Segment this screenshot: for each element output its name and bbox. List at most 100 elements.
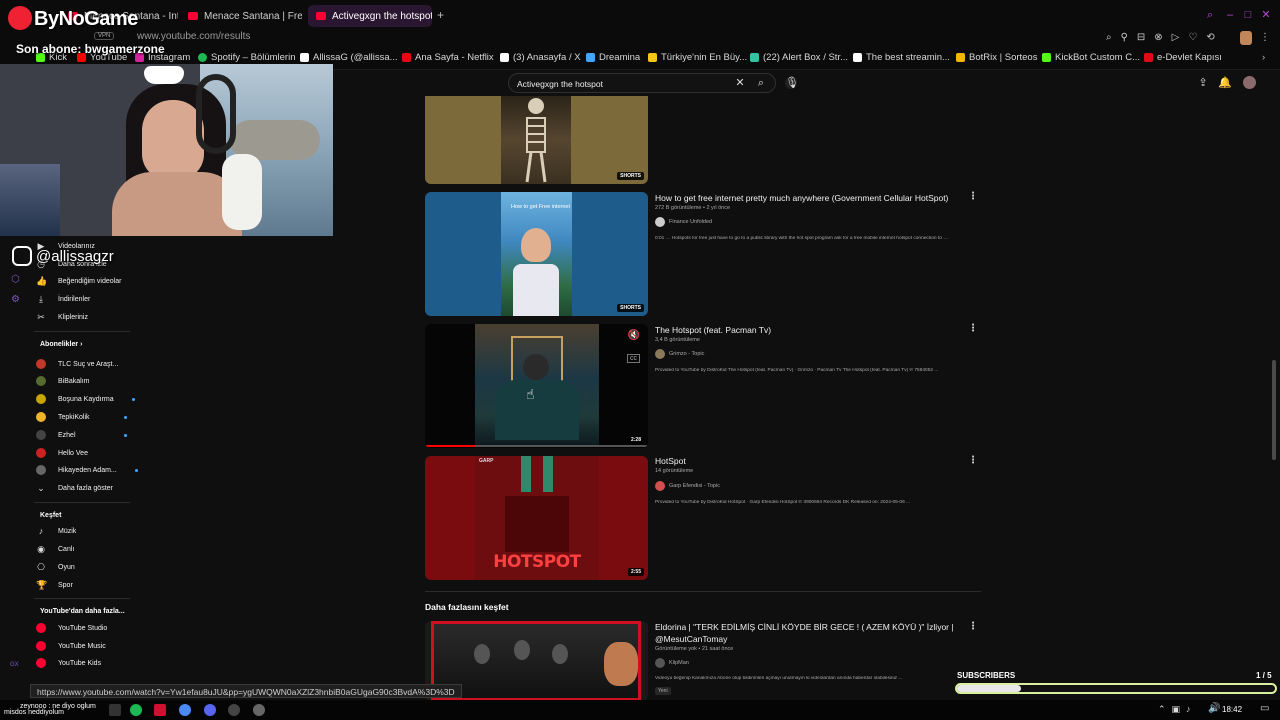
browser-toolbar-icons[interactable]: ⌕⚲⊟⊗▷♡⟲ <box>1106 32 1224 43</box>
thumbnail-image: How to get Free internet <box>501 192 572 316</box>
profile-avatar[interactable] <box>1240 31 1252 45</box>
sidebar-sub-tlc[interactable]: TLC Suç ve Araşt... <box>36 357 118 371</box>
close-window-icon[interactable]: ✕ <box>1260 9 1272 21</box>
url-text[interactable]: www.youtube.com/results <box>137 31 250 42</box>
more-actions-icon[interactable]: ⋮ <box>968 323 978 334</box>
account-avatar[interactable] <box>1243 76 1256 89</box>
sidebar-item-live[interactable]: ◉ Canlı <box>36 542 74 556</box>
tiktok-icon <box>300 53 309 62</box>
notifications-icon[interactable]: ▭ <box>1260 703 1269 714</box>
video-description: Provided to YouTube by DistroKid HotSpot… <box>655 500 911 505</box>
sidebar-item-yt-kids[interactable]: YouTube Kids <box>36 656 101 670</box>
file-explorer-icon[interactable] <box>109 704 121 716</box>
search-icon[interactable]: ⌕ <box>755 77 767 89</box>
sidebar-item-sports[interactable]: 🏆 Spor <box>36 578 73 592</box>
captions-icon[interactable]: cc <box>627 354 640 363</box>
more-actions-icon[interactable]: ⋮ <box>968 455 978 466</box>
figure-shadow <box>505 496 569 552</box>
new-content-dot <box>131 397 135 401</box>
video-title-mention[interactable]: @MesutCanTomay <box>655 634 727 644</box>
bookmark-kickbot[interactable]: KickBot Custom C... <box>1042 52 1140 63</box>
video-title[interactable]: HotSpot <box>655 456 686 466</box>
bookmark-tiktok[interactable]: AllissaG (@allissa... <box>300 52 398 63</box>
more-actions-icon[interactable]: ⋮ <box>968 191 978 202</box>
channel-link[interactable]: Finance Unfolded <box>655 217 712 227</box>
video-description: Videoyu beğenip Kanalımıza Abone olup bi… <box>655 676 903 681</box>
streamlabs-icon <box>750 53 759 62</box>
chevron-down-icon: ⌄ <box>37 483 45 493</box>
bookmark-netflix[interactable]: Ana Sayfa - Netflix <box>402 52 494 63</box>
channel-link[interactable]: Garp Efendisi - Topic <box>655 481 720 491</box>
bookmark-edevlet[interactable]: e-Devlet Kapısı <box>1144 52 1222 63</box>
bookmarks-overflow-icon[interactable]: › <box>1262 52 1265 63</box>
sidebar-sub-ezhel[interactable]: Ezhel <box>36 428 127 442</box>
video-title[interactable]: How to get free internet pretty much any… <box>655 193 948 203</box>
bookmark-botrix[interactable]: BotRix | Sorteos <box>956 52 1037 63</box>
video-thumbnail-free-internet[interactable]: How to get Free internet SHORTS <box>425 192 648 316</box>
video-thumbnail-the-hotspot[interactable]: 🔇 cc 2:28 <box>425 324 648 448</box>
mute-icon[interactable]: 🔇 <box>628 330 640 341</box>
sidebar-sub-hello-vee[interactable]: Hello Vee <box>36 446 88 460</box>
shorts-badge: SHORTS <box>617 304 644 312</box>
browser-tab-bar: Menace Santana - Into the Menace Santana… <box>0 0 1280 30</box>
sidebar-divider <box>34 331 130 332</box>
kick-panel-icon[interactable]: ⬡ <box>11 274 20 285</box>
tab-active-search[interactable]: Activegxgn the hotspot - <box>308 5 432 27</box>
tab-menace-santana-2[interactable]: Menace Santana | Freest <box>180 5 302 27</box>
minimize-icon[interactable]: – <box>1224 9 1236 21</box>
sidebar-sub-tepkikolik[interactable]: TepkiKolik <box>36 410 127 424</box>
bookmark-alert-box[interactable]: (22) Alert Box / Str... <box>750 52 848 63</box>
sidebar-item-liked-videos[interactable]: 👍 Beğendiğim videolar <box>36 274 121 288</box>
spotify-taskbar-icon[interactable] <box>130 704 142 716</box>
bookmark-spotify[interactable]: Spotify – Bölümlerin <box>198 52 295 63</box>
sidebar-sub-bibakalim[interactable]: BiBakalım <box>36 374 90 388</box>
bookmark-streaming[interactable]: The best streamin... <box>853 52 950 63</box>
tray-icons[interactable]: ⌃▣♪ <box>1158 704 1197 715</box>
bookmark-x[interactable]: (3) Anasayfa / X <box>500 52 581 63</box>
create-icon[interactable]: ⇪ <box>1197 77 1209 89</box>
microphone-icon[interactable]: 🎙 <box>785 77 799 89</box>
download-icon: ⤓ <box>39 294 43 304</box>
channel-link[interactable]: Grimzo - Topic <box>655 349 704 359</box>
sidebar-sub-bosuna-kaydirma[interactable]: Boşuna Kaydırma <box>36 392 135 406</box>
bookmark-dreamina[interactable]: Dreamina <box>586 52 640 63</box>
channel-link[interactable]: KlipMan <box>655 658 689 668</box>
menu-icon[interactable]: ⋮ <box>1260 32 1270 43</box>
video-thumbnail-hotspot[interactable]: GARP HOTSPOT 2:55 <box>425 456 648 580</box>
sidebar-item-downloads[interactable]: ⤓ İndirilenler <box>36 292 90 306</box>
thumbnail-title: HOTSPOT <box>493 552 581 572</box>
more-actions-icon[interactable]: ⋮ <box>968 621 978 632</box>
sidebar-item-clips[interactable]: ✂ Klipleriniz <box>36 310 88 324</box>
clear-search-icon[interactable]: ✕ <box>734 77 746 89</box>
sidebar-show-more[interactable]: ⌄ Daha fazla göster <box>36 481 113 495</box>
video-meta: 272 B görüntüleme • 2 yıl önce <box>655 205 730 211</box>
sidebar-sub-hikayeden-adam[interactable]: Hikayeden Adam... <box>36 463 138 477</box>
video-title[interactable]: Eldorina | "TERK EDİLMİŞ CİNLİ KÖYDE BİR… <box>655 622 954 632</box>
live-icon: ◉ <box>37 544 45 554</box>
subscriptions-heading[interactable]: Abonelikler › <box>40 341 82 348</box>
address-bar: VPN www.youtube.com/results ⌕⚲⊟⊗▷♡⟲ ⋮ <box>0 30 1280 48</box>
vpn-badge[interactable]: VPN <box>94 32 115 40</box>
opera-gx-taskbar-icon[interactable] <box>154 704 166 716</box>
obs-taskbar-icon[interactable] <box>228 704 240 716</box>
page-scrollbar[interactable] <box>1272 360 1276 460</box>
new-tab-button[interactable]: + <box>437 8 444 22</box>
app-taskbar-icon[interactable] <box>253 704 265 716</box>
sidebar-item-yt-studio[interactable]: YouTube Studio <box>36 621 107 635</box>
maximize-icon[interactable]: □ <box>1242 9 1254 21</box>
green-light <box>543 456 553 492</box>
video-title[interactable]: The Hotspot (feat. Pacman Tv) <box>655 325 771 335</box>
thumbnail-image <box>431 621 641 701</box>
playback-progress <box>425 445 475 447</box>
settings-panel-icon[interactable]: ⚙ <box>11 294 20 305</box>
bell-icon[interactable]: 🔔 <box>1218 77 1232 89</box>
discord-taskbar-icon[interactable] <box>204 704 216 716</box>
volume-icon[interactable]: 🔊 <box>1208 703 1220 714</box>
bookmark-turkiye[interactable]: Türkiye'nin En Büy... <box>648 52 747 63</box>
search-icon[interactable]: ⌕ <box>1204 9 1216 21</box>
sidebar-item-gaming[interactable]: ⎔ Oyun <box>36 560 75 574</box>
sidebar-item-music[interactable]: ♪ Müzik <box>36 524 77 538</box>
chrome-taskbar-icon[interactable] <box>179 704 191 716</box>
video-thumbnail-shorts[interactable]: SHORTS <box>425 96 648 184</box>
sidebar-item-yt-music[interactable]: YouTube Music <box>36 639 106 653</box>
